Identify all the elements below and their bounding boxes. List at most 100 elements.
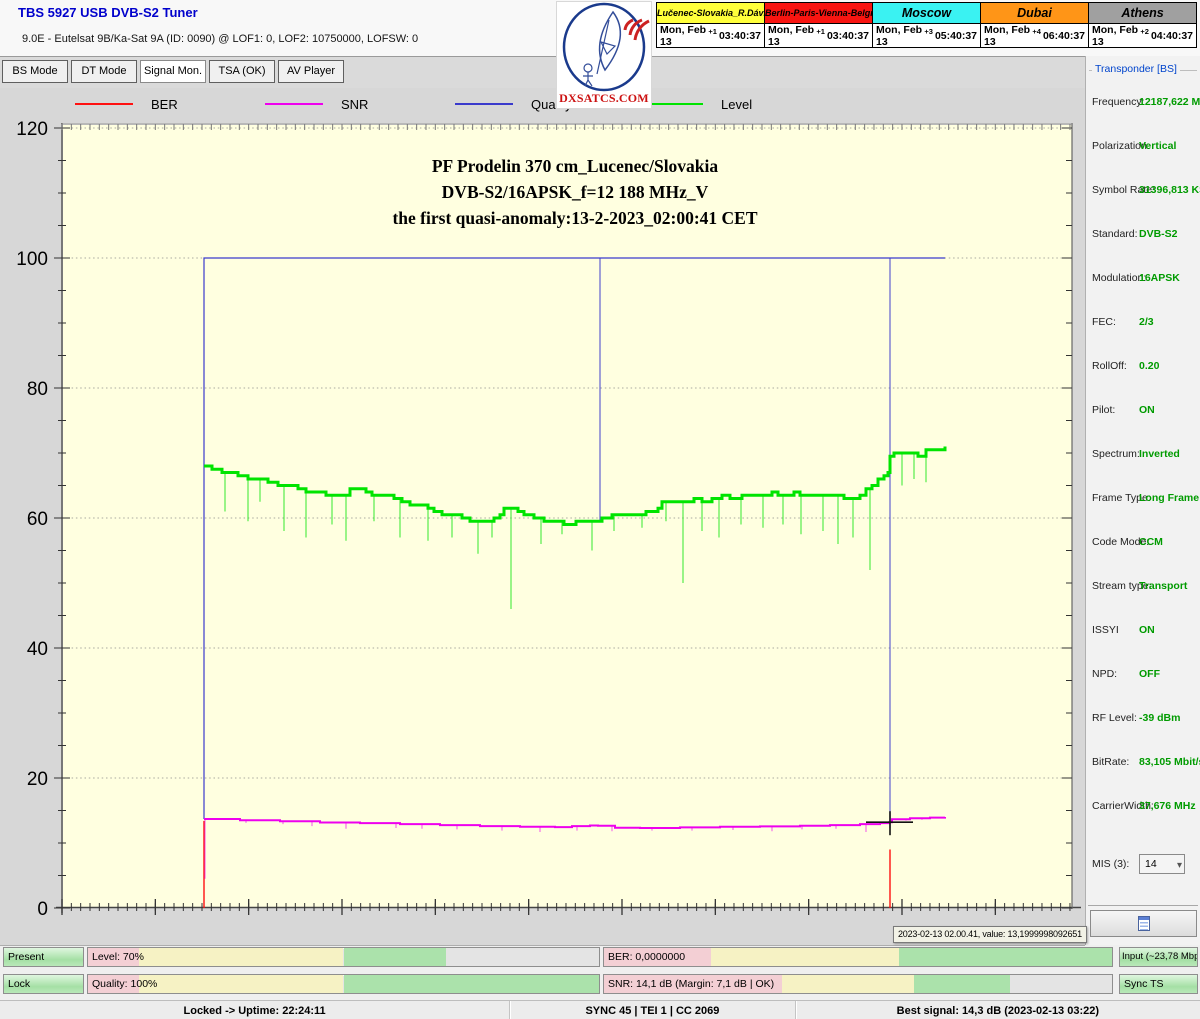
svg-text:80: 80 [27,379,48,400]
clock-time: Mon, Feb 13 +2 04:40:37 [1089,24,1196,47]
legend-item-ber: BER [75,96,178,112]
param-label: BitRate: [1092,756,1129,768]
bar-segment [914,975,1011,993]
app-title: TBS 5927 USB DVB-S2 Tuner [18,5,198,20]
legend-line-icon [75,103,133,105]
svg-text:the first quasi-anomaly:13-2-2: the first quasi-anomaly:13-2-2023_02:00:… [392,208,757,228]
bar-segment [711,948,899,966]
clock-city: Athens [1089,3,1196,24]
legend-label: BER [151,97,178,112]
svg-text:DVB-S2/16APSK_f=12 188 MHz_V: DVB-S2/16APSK_f=12 188 MHz_V [442,182,709,202]
legend-item-quality: Quality [455,96,571,112]
clock-hms: 03:40:37 [719,30,761,42]
param-value: ON [1139,624,1155,636]
bar-segment [446,948,599,966]
param-value: 37,676 MHz [1139,800,1196,812]
bar-segment [139,948,343,966]
tab-av-player[interactable]: AV Player [278,60,344,83]
svg-text:PF Prodelin 370 cm_Lucenec/Slo: PF Prodelin 370 cm_Lucenec/Slovakia [432,156,719,176]
signal-chart: 020406080100120PF Prodelin 370 cm_Lucene… [0,88,1085,945]
clock-panel: Lučenec-Slovakia_R.Dávid Mon, Feb 13 +1 … [656,2,765,48]
transponder-param-row: Code Mode: CCM [1086,526,1200,570]
ber-progressbar: BER: 0,0000000 [603,947,1113,967]
legend-item-level: Level [645,96,752,112]
input-bitrate-box: Input (~23,78 Mbps) [1119,947,1198,967]
clock-date: Mon, Feb 13 [984,24,1032,48]
chart-tooltip: 2023-02-13 02.00.41, value: 13,199999809… [893,926,1087,943]
param-value: -39 dBm [1139,712,1180,724]
transponder-param-row: FEC: 2/3 [1086,306,1200,350]
log-file-icon [1138,916,1150,931]
mis-dropdown[interactable]: 14 ▾ [1139,854,1185,874]
svg-text:20: 20 [27,769,48,790]
logo-text: DXSATCS.COM [557,91,651,106]
level-progressbar: Level: 70% [87,947,600,967]
dxsatcs-logo: DXSATCS.COM [556,1,652,109]
transponder-params: Frequency: 12187,622 MHzPolarization: Ve… [1086,86,1200,890]
clock-hms: 04:40:37 [1151,30,1193,42]
statusbar-section: SYNC 45 | TEI 1 | CC 2069 [510,1001,796,1019]
param-value: 83,105 Mbit/s [1139,756,1200,768]
param-label: FEC: [1092,316,1116,328]
mis-row: MIS (3): 14 ▾ [1086,846,1200,890]
clock-hms: 03:40:37 [827,30,869,42]
legend-line-icon [645,103,703,105]
clock-city: Moscow [873,3,980,24]
param-value: CCM [1139,536,1163,548]
statusbar-section: Locked -> Uptime: 22:24:11 [0,1001,510,1019]
bar-segment [139,975,343,993]
transponder-param-row: Stream type: Transport [1086,570,1200,614]
legend-line-icon [265,103,323,105]
transponder-sidebar: Transponder [BS] Frequency: 12187,622 MH… [1085,56,1200,945]
sidebar-separator [1088,905,1198,906]
bar-label: BER: 0,0000000 [608,948,685,966]
clock-city: Berlin-Paris-Vienna-Belgrade [765,3,872,24]
legend-item-snr: SNR [265,96,368,112]
transponder-param-row: Frame Type: Long Frame [1086,482,1200,526]
transponder-param-row: Frequency: 12187,622 MHz [1086,86,1200,130]
param-label: Pilot: [1092,404,1115,416]
clock-panel: Moscow Mon, Feb 13 +3 05:40:37 [872,2,981,48]
tab-signal-mon[interactable]: Signal Mon. [140,60,206,83]
transponder-param-row: ISSYI ON [1086,614,1200,658]
quality-progressbar: Quality: 100% [87,974,600,994]
param-value: OFF [1139,668,1160,680]
utc-offset: +2 [1140,27,1149,36]
param-value: 16APSK [1139,272,1180,284]
param-value: 0.20 [1139,360,1159,372]
bar-label: Quality: 100% [92,975,157,993]
tab-bs-mode[interactable]: BS Mode [2,60,68,83]
sync-ts-box: Sync TS [1119,974,1198,994]
tab-dt-mode[interactable]: DT Mode [71,60,137,83]
legend-label: SNR [341,97,368,112]
utc-offset: +4 [1032,27,1041,36]
statusbar-section: Best signal: 14,3 dB (2023-02-13 03:22) [796,1001,1200,1019]
transponder-group-label: Transponder [BS] [1092,63,1180,75]
legend-label: Level [721,97,752,112]
param-label: Frequency: [1092,96,1145,108]
transponder-param-row: RF Level: -39 dBm [1086,702,1200,746]
log-button[interactable] [1090,910,1197,937]
transponder-param-row: RollOff: 0.20 [1086,350,1200,394]
transponder-param-row: NPD: OFF [1086,658,1200,702]
tbs-tuner-window: TBS 5927 USB DVB-S2 Tuner 9.0E - Eutelsa… [0,0,1200,1019]
utc-offset: +3 [924,27,933,36]
param-value: Long Frame [1139,492,1199,504]
svg-text:100: 100 [16,249,48,270]
clock-date: Mon, Feb 13 [876,24,924,48]
param-label: RollOff: [1092,360,1127,372]
param-value: DVB-S2 [1139,228,1178,240]
chevron-down-icon: ▾ [1177,857,1182,875]
param-label: Spectrum: [1092,448,1140,460]
clock-date: Mon, Feb 13 [1092,24,1140,48]
param-value: 12187,622 MHz [1139,96,1200,108]
param-value: Inverted [1139,448,1180,460]
satellite-subtitle: 9.0E - Eutelsat 9B/Ka-Sat 9A (ID: 0090) … [22,33,418,45]
tab-tsa-ok[interactable]: TSA (OK) [209,60,275,83]
param-label: RF Level: [1092,712,1137,724]
svg-text:120: 120 [16,119,48,140]
param-label: Standard: [1092,228,1138,240]
param-value: Transport [1139,580,1187,592]
param-value: 31396,813 KS/s [1139,184,1200,196]
bar-segment [782,975,914,993]
